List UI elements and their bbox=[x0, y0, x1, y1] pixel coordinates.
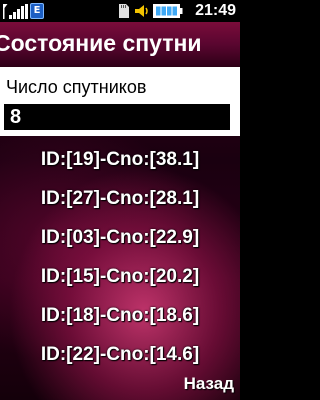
title-bar: Состояние спутни bbox=[0, 22, 240, 66]
satellite-count-label: Число спутников bbox=[6, 77, 147, 97]
speaker-icon bbox=[135, 5, 148, 17]
satellite-count-value: 8 bbox=[10, 106, 22, 128]
soft-key-bar: Назад bbox=[0, 370, 240, 400]
satellite-list: ID:[19]-Cno:[38.1] ID:[27]-Cno:[28.1] ID… bbox=[0, 140, 240, 374]
satellite-row: ID:[15]-Cno:[20.2] bbox=[40, 266, 200, 287]
satellite-row: ID:[19]-Cno:[38.1] bbox=[40, 149, 200, 170]
satellite-row: ID:[03]-Cno:[22.9] bbox=[40, 227, 200, 248]
back-button[interactable]: Назад bbox=[184, 372, 234, 396]
status-clock: 21:49 bbox=[195, 2, 236, 19]
edge-icon: E bbox=[30, 3, 44, 19]
satellite-count-field: 8 bbox=[4, 104, 230, 130]
signal-strength-icon bbox=[3, 4, 28, 19]
satellite-row: ID:[18]-Cno:[18.6] bbox=[40, 305, 200, 326]
gps-status-screen: E 21:49 Состояние спутни Число спутников… bbox=[0, 0, 240, 400]
status-bar: E 21:49 bbox=[0, 0, 240, 22]
sd-card-icon bbox=[119, 4, 129, 18]
satellite-row: ID:[27]-Cno:[28.1] bbox=[40, 188, 200, 209]
battery-icon bbox=[153, 4, 183, 18]
page-title: Состояние спутни bbox=[0, 30, 202, 56]
satellite-count-panel: Число спутников 8 bbox=[0, 67, 240, 136]
satellite-row: ID:[22]-Cno:[14.6] bbox=[40, 344, 200, 365]
